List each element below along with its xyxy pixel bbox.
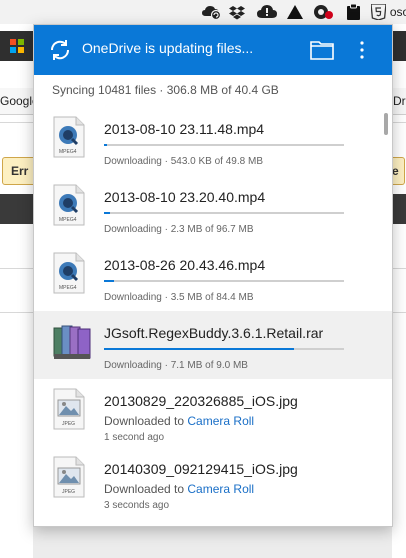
- list-item[interactable]: JPEG 20140309_092129415_iOS.jpg Download…: [34, 447, 392, 515]
- background-error-banner: Err: [2, 157, 36, 185]
- file-name: 20130829_220326885_iOS.jpg: [104, 393, 298, 409]
- file-type-badge: JPEG: [62, 421, 75, 427]
- file-name: JGsoft.RegexBuddy.3.6.1.Retail.rar: [104, 325, 324, 341]
- lastpass-icon[interactable]: [312, 4, 336, 20]
- list-item[interactable]: JGsoft.RegexBuddy.3.6.1.Retail.rar Downl…: [34, 311, 392, 379]
- rar-archive-icon: [52, 320, 91, 362]
- file-type-badge: MPEG4: [59, 285, 77, 291]
- dropbox-icon[interactable]: [228, 4, 246, 20]
- progress-fill: [104, 348, 294, 350]
- camera-roll-link[interactable]: Camera Roll: [187, 414, 254, 428]
- status-text: Downloaded to Camera Roll: [104, 482, 254, 496]
- file-name: 2013-08-10 23.20.40.mp4: [104, 189, 266, 205]
- timestamp: 3 seconds ago: [104, 500, 170, 511]
- background-tab-label-right: Driv: [393, 94, 406, 108]
- file-name: 2013-08-26 20.43.46.mp4: [104, 257, 266, 273]
- progress-bar: [104, 280, 344, 282]
- onedrive-panel: OneDrive is updating files... Syncing 10…: [33, 24, 393, 527]
- background-divider: [0, 122, 33, 123]
- progress-bar: [104, 144, 344, 146]
- clipboard-icon[interactable]: [345, 4, 361, 20]
- cloud-icon[interactable]: [256, 4, 278, 20]
- activity-list[interactable]: MPEG4 2013-08-10 23.11.48.mp4 Downloadin…: [34, 105, 392, 526]
- progress-bar: [104, 348, 344, 350]
- html5-shield-icon[interactable]: [369, 4, 387, 20]
- status-text: Downloading · 543.0 KB of 49.8 MB: [104, 156, 263, 167]
- jpeg-image-file-icon: JPEG: [52, 456, 86, 498]
- more-options-icon[interactable]: [354, 38, 370, 62]
- header-title: OneDrive is updating files...: [82, 40, 254, 56]
- status-prefix: Downloaded to: [104, 414, 188, 428]
- progress-fill: [104, 144, 107, 146]
- background-divider: [392, 312, 406, 313]
- file-name: 20140309_092129415_iOS.jpg: [104, 461, 298, 477]
- camera-roll-link[interactable]: Camera Roll: [187, 482, 254, 496]
- quicktime-mpeg4-file-icon: MPEG4: [52, 184, 86, 226]
- folder-icon[interactable]: [310, 40, 334, 60]
- menu-bar: oso: [0, 0, 406, 25]
- background-tab-right[interactable]: Driv: [392, 88, 406, 115]
- panel-header: OneDrive is updating files...: [34, 25, 392, 75]
- sync-summary: Syncing 10481 files · 306.8 MB of 40.4 G…: [52, 83, 279, 97]
- microsoft-logo-icon: [10, 39, 24, 53]
- sync-icon: [48, 38, 72, 62]
- file-type-badge: JPEG: [62, 489, 75, 495]
- scrollbar-thumb[interactable]: [384, 113, 388, 135]
- progress-fill: [104, 212, 110, 214]
- status-prefix: Downloaded to: [104, 482, 188, 496]
- background-dark-row: [392, 194, 406, 224]
- jpeg-image-file-icon: JPEG: [52, 388, 86, 430]
- list-item[interactable]: MPEG4 2013-08-10 23.20.40.mp4 Downloadin…: [34, 175, 392, 243]
- background-divider: [0, 312, 33, 313]
- background-divider: [392, 122, 406, 123]
- warning-triangle-icon[interactable]: [286, 4, 304, 20]
- error-fragment: e: [392, 164, 399, 178]
- quicktime-mpeg4-file-icon: MPEG4: [52, 116, 86, 158]
- status-text: Downloading · 2.3 MB of 96.7 MB: [104, 224, 254, 235]
- quicktime-mpeg4-file-icon: MPEG4: [52, 252, 86, 294]
- status-text: Downloaded to Camera Roll: [104, 414, 254, 428]
- file-type-badge: MPEG4: [59, 149, 77, 155]
- background-divider: [0, 268, 33, 269]
- list-item[interactable]: MPEG4 2013-08-26 20.43.46.mp4 Downloadin…: [34, 243, 392, 311]
- error-label: Err: [11, 164, 29, 178]
- menubar-text-fragment: oso: [389, 5, 406, 19]
- list-item[interactable]: JPEG 20130829_220326885_iOS.jpg Download…: [34, 379, 392, 447]
- timestamp: 1 second ago: [104, 432, 165, 443]
- background-dark-row: [0, 194, 33, 224]
- file-type-badge: MPEG4: [59, 217, 77, 223]
- progress-bar: [104, 212, 344, 214]
- background-toolbar-left: [0, 31, 33, 61]
- status-text: Downloading · 3.5 MB of 84.4 MB: [104, 292, 254, 303]
- list-item[interactable]: MPEG4 2013-08-10 23.11.48.mp4 Downloadin…: [34, 107, 392, 175]
- background-divider: [392, 268, 406, 269]
- status-text: Downloading · 7.1 MB of 9.0 MB: [104, 360, 248, 371]
- background-tab-left[interactable]: Google: [0, 88, 33, 115]
- background-error-banner-right: e: [392, 157, 405, 185]
- background-toolbar-right: [392, 31, 406, 61]
- file-name: 2013-08-10 23.11.48.mp4: [104, 121, 265, 137]
- onedrive-sync-icon[interactable]: [201, 4, 223, 20]
- progress-fill: [104, 280, 114, 282]
- background-tab-label-left: Google: [0, 94, 33, 108]
